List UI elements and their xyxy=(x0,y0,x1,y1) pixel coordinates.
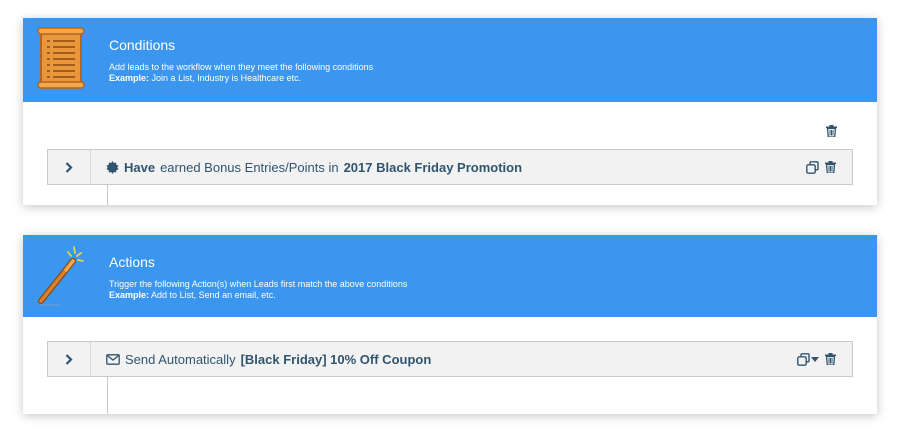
conditions-example: Example: Join a List, Industry is Health… xyxy=(109,73,373,84)
envelope-icon xyxy=(106,353,120,365)
chevron-right-icon xyxy=(65,353,73,365)
conditions-card: Conditions Add leads to the workflow whe… xyxy=(23,18,877,205)
scroll-list-icon xyxy=(37,26,85,90)
delete-all-conditions-button[interactable] xyxy=(826,125,837,137)
action-row[interactable]: Send Automatically [Black Friday] 10% Of… xyxy=(47,341,853,377)
trash-icon xyxy=(826,125,837,137)
badge-icon xyxy=(106,160,119,174)
chevron-right-icon xyxy=(65,161,73,173)
trash-icon xyxy=(825,353,836,365)
caret-down-icon xyxy=(811,356,819,362)
actions-example: Example: Add to List, Send an email, etc… xyxy=(109,290,407,301)
conditions-header: Conditions Add leads to the workflow whe… xyxy=(23,18,877,102)
copy-icon xyxy=(797,352,810,366)
actions-example-label: Example: xyxy=(109,290,150,300)
action-target: [Black Friday] 10% Off Coupon xyxy=(240,351,432,367)
condition-connector-line xyxy=(107,185,108,205)
delete-action-button[interactable] xyxy=(825,353,836,365)
conditions-description: Add leads to the workflow when they meet… xyxy=(109,62,374,72)
condition-text: earned Bonus Entries/Points in xyxy=(160,159,339,175)
expand-condition-button[interactable] xyxy=(48,150,91,184)
actions-title: Actions xyxy=(109,254,155,270)
actions-card: Actions Trigger the following Action(s) … xyxy=(23,235,877,414)
copy-action-dropdown[interactable] xyxy=(797,352,819,366)
conditions-title: Conditions xyxy=(109,37,176,53)
magic-wand-icon xyxy=(37,243,85,307)
conditions-example-text: Join a List, Industry is Healthcare etc. xyxy=(151,73,302,83)
actions-header: Actions Trigger the following Action(s) … xyxy=(23,235,877,317)
action-text: Send Automatically xyxy=(125,351,236,367)
copy-condition-button[interactable] xyxy=(806,160,819,174)
copy-icon xyxy=(806,160,819,174)
condition-row[interactable]: Have earned Bonus Entries/Points in 2017… xyxy=(47,149,853,185)
delete-condition-button[interactable] xyxy=(825,161,836,173)
condition-prefix: Have xyxy=(124,159,156,175)
trash-icon xyxy=(825,161,836,173)
conditions-example-label: Example: xyxy=(109,73,150,83)
actions-example-text: Add to List, Send an email, etc. xyxy=(151,290,276,300)
expand-action-button[interactable] xyxy=(48,342,91,376)
condition-target: 2017 Black Friday Promotion xyxy=(343,159,523,175)
actions-description: Trigger the following Action(s) when Lea… xyxy=(109,279,408,289)
action-connector-line xyxy=(107,377,108,414)
